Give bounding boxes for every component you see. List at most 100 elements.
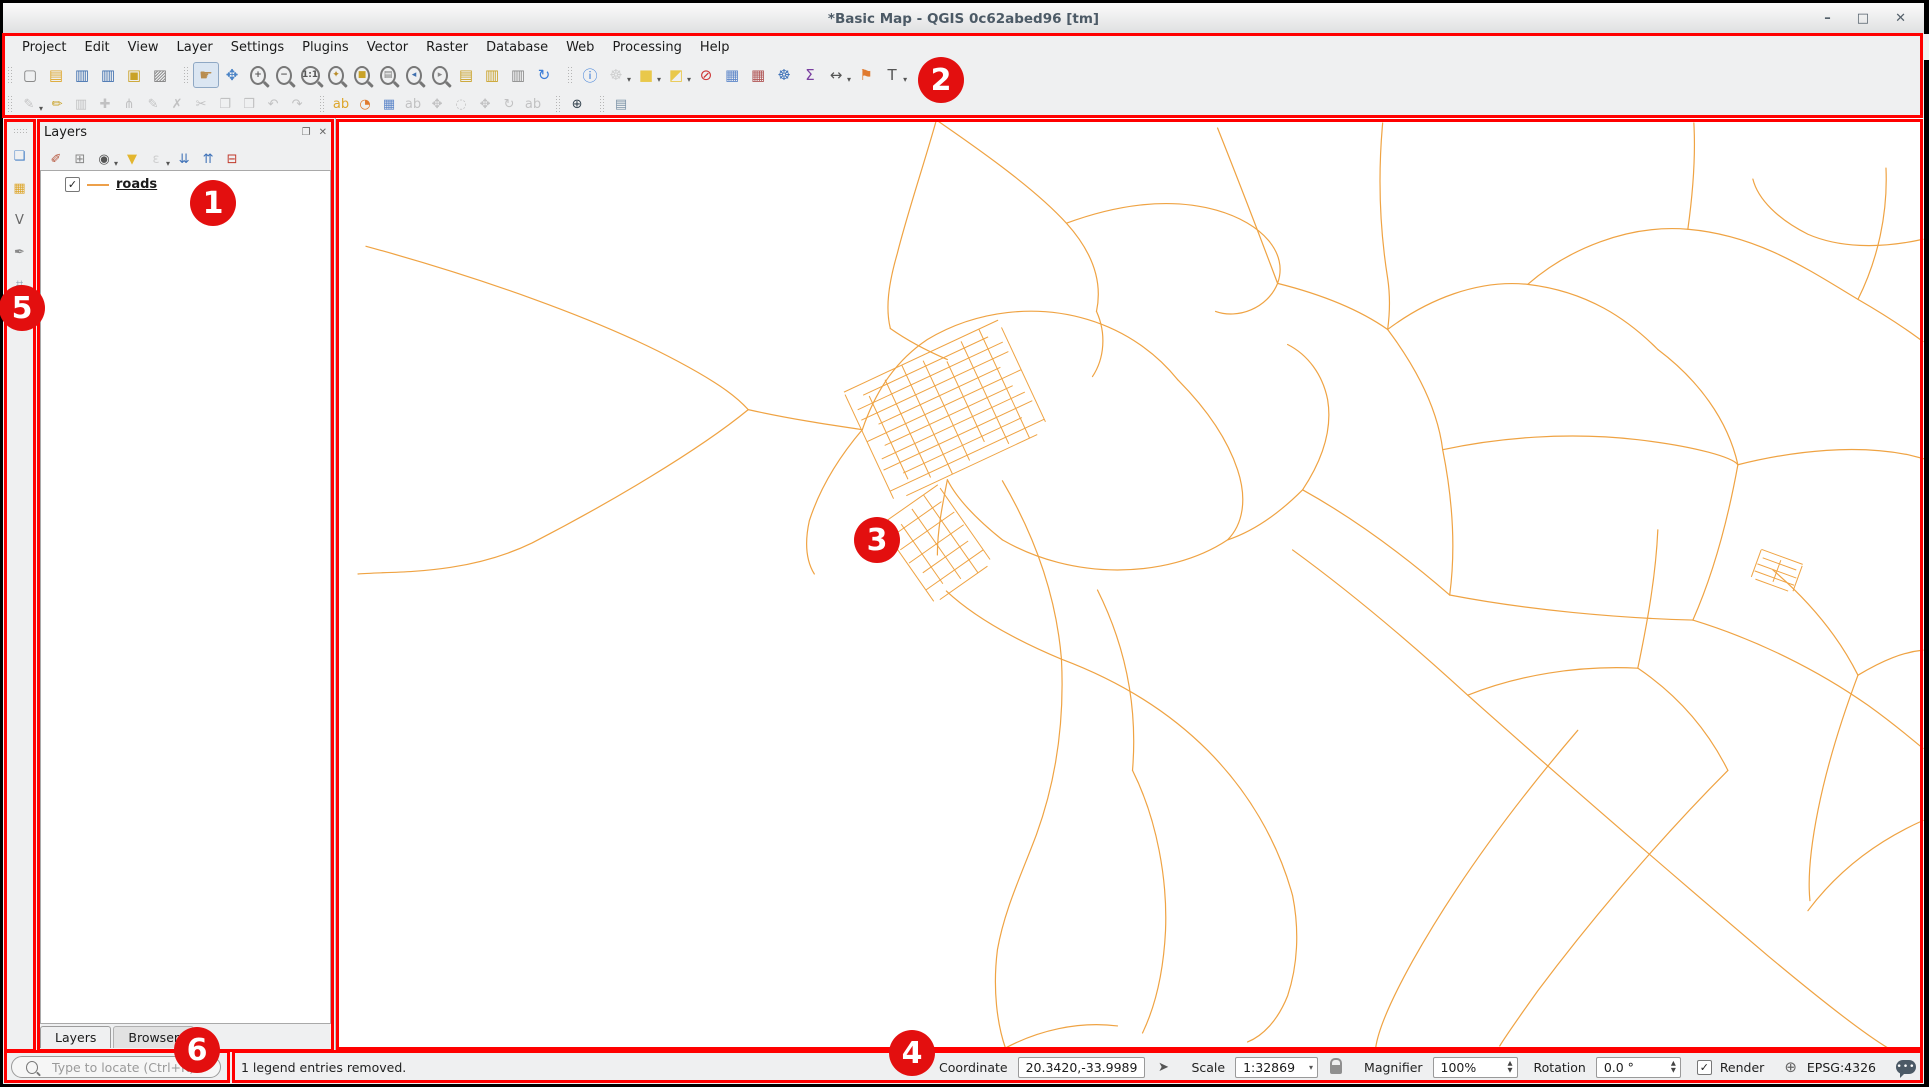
spin-arrows-icon[interactable]: ▲▼ <box>1508 1060 1513 1074</box>
copy-features-icon[interactable]: ❐ <box>213 92 237 116</box>
menu-help[interactable]: Help <box>691 37 739 58</box>
filter-by-expression-icon[interactable]: ε <box>144 147 168 171</box>
minimize-button[interactable]: – <box>1824 11 1831 26</box>
change-label-icon[interactable]: ab <box>521 92 545 116</box>
save-project-icon[interactable]: ▥ <box>69 62 95 88</box>
toolbar-grip[interactable] <box>13 128 27 134</box>
tab-browser[interactable]: Browser <box>113 1026 194 1048</box>
toolbar-grip[interactable] <box>319 95 325 113</box>
show-bookmarks-icon[interactable]: ▥ <box>479 62 505 88</box>
pan-map-tool-icon[interactable]: ☛ <box>193 62 219 88</box>
tab-layers[interactable]: Layers <box>40 1026 111 1048</box>
data-source-manager-icon[interactable]: ❏ <box>8 144 32 168</box>
pan-to-selection-icon[interactable]: ✥ <box>219 62 245 88</box>
select-by-form-icon[interactable]: ◩ <box>663 62 689 88</box>
python-console-icon[interactable]: ▤ <box>609 92 633 116</box>
menu-project[interactable]: Project <box>13 37 75 58</box>
vertex-tool-icon[interactable]: ⋔ <box>117 92 141 116</box>
coordinate-field[interactable]: 20.3420,-33.9989 <box>1018 1057 1146 1078</box>
toolbar-grip[interactable] <box>183 66 189 84</box>
zoom-next-icon[interactable]: ▸ <box>427 62 453 88</box>
render-checkbox[interactable]: ✓ <box>1697 1060 1712 1075</box>
new-print-layout-icon[interactable]: ▣ <box>121 62 147 88</box>
show-hidden-labels-icon[interactable]: ◌ <box>449 92 473 116</box>
zoom-to-layer-icon[interactable]: ▤ <box>375 62 401 88</box>
menu-edit[interactable]: Edit <box>75 37 118 58</box>
close-button[interactable]: ✕ <box>1895 11 1906 26</box>
deselect-features-icon[interactable]: ⊘ <box>693 62 719 88</box>
panel-close-icon[interactable]: ✕ <box>319 127 327 138</box>
identify-features-icon[interactable]: ⓘ <box>577 62 603 88</box>
menu-vector[interactable]: Vector <box>358 37 417 58</box>
current-edits-icon[interactable]: ✎ <box>17 92 41 116</box>
layer-name[interactable]: roads <box>116 177 157 192</box>
menu-layer[interactable]: Layer <box>168 37 222 58</box>
expand-all-icon[interactable]: ⇊ <box>172 147 196 171</box>
delete-selected-icon[interactable]: ✗ <box>165 92 189 116</box>
add-group-icon[interactable]: ⊞ <box>68 147 92 171</box>
add-feature-icon[interactable]: ✚ <box>93 92 117 116</box>
save-layer-edits-icon[interactable]: ▥ <box>69 92 93 116</box>
refresh-icon[interactable]: ↻ <box>531 62 557 88</box>
open-project-icon[interactable]: ▤ <box>43 62 69 88</box>
layer-diagram-icon[interactable]: ◔ <box>353 92 377 116</box>
paste-features-icon[interactable]: ❒ <box>237 92 261 116</box>
zoom-out-icon[interactable]: − <box>271 62 297 88</box>
zoom-to-selection-icon[interactable]: ■ <box>349 62 375 88</box>
remove-layer-icon[interactable]: ⊟ <box>220 147 244 171</box>
menu-plugins[interactable]: Plugins <box>293 37 358 58</box>
layer-visibility-checkbox[interactable]: ✓ <box>65 177 80 192</box>
zoom-native-icon[interactable]: 1:1 <box>297 62 323 88</box>
lock-scale-icon[interactable] <box>1330 1065 1342 1074</box>
toolbar-grip[interactable] <box>599 95 605 113</box>
locate-bar[interactable] <box>11 1056 221 1078</box>
toolbar-grip[interactable] <box>7 95 13 113</box>
bookmark-manager-icon[interactable]: ▥ <box>505 62 531 88</box>
select-features-icon[interactable]: ■ <box>633 62 659 88</box>
zoom-in-icon[interactable]: + <box>245 62 271 88</box>
zoom-last-icon[interactable]: ◂ <box>401 62 427 88</box>
menu-settings[interactable]: Settings <box>222 37 293 58</box>
menu-processing[interactable]: Processing <box>603 37 690 58</box>
undo-icon[interactable]: ↶ <box>261 92 285 116</box>
toggle-editing-icon[interactable]: ✏ <box>45 92 69 116</box>
messages-icon[interactable]: ••• <box>1896 1060 1916 1074</box>
toggle-extents-icon[interactable]: ➤ <box>1151 1055 1175 1079</box>
edit-attributes-icon[interactable]: ✎ <box>141 92 165 116</box>
new-spatialite-layer-icon[interactable]: ✒ <box>8 240 32 264</box>
text-annotation-icon[interactable]: T <box>879 62 905 88</box>
zoom-full-extent-icon[interactable]: ✦ <box>323 62 349 88</box>
field-calculator-icon[interactable]: ▦ <box>745 62 771 88</box>
metasearch-globe-icon[interactable]: ⊕ <box>565 92 589 116</box>
cut-features-icon[interactable]: ✂ <box>189 92 213 116</box>
layer-labeling-icon[interactable]: ab <box>329 92 353 116</box>
menu-web[interactable]: Web <box>557 37 603 58</box>
toolbar-grip[interactable] <box>555 95 561 113</box>
open-attribute-table-icon[interactable]: ▦ <box>719 62 745 88</box>
title-bar[interactable]: *Basic Map - QGIS 0c62abed96 [tm] – □ ✕ <box>3 3 1924 35</box>
rotation-spinbox[interactable]: 0.0 ° ▲▼ <box>1596 1057 1681 1078</box>
collapse-all-icon[interactable]: ⇈ <box>196 147 220 171</box>
menu-raster[interactable]: Raster <box>417 37 477 58</box>
spin-arrows-icon[interactable]: ▲▼ <box>1671 1060 1676 1074</box>
toolbar-grip[interactable] <box>7 66 13 84</box>
layout-manager-icon[interactable]: ▨ <box>147 62 173 88</box>
labeling-rules-icon[interactable]: ▦ <box>377 92 401 116</box>
highlight-pinned-labels-icon[interactable]: ab <box>401 92 425 116</box>
statistical-summary-icon[interactable]: Σ <box>797 62 823 88</box>
layer-styling-icon[interactable]: ✐ <box>44 147 68 171</box>
add-vector-layer-icon[interactable]: ▦ <box>8 176 32 200</box>
toolbar-grip[interactable] <box>567 66 573 84</box>
menu-database[interactable]: Database <box>477 37 557 58</box>
manage-map-themes-icon[interactable]: ◉ <box>92 147 116 171</box>
scale-combo[interactable]: 1:32869 ▾ <box>1235 1057 1318 1078</box>
layer-item-roads[interactable]: ✓ roads <box>41 171 330 192</box>
options-gear-icon[interactable]: ☸ <box>771 62 797 88</box>
panel-float-icon[interactable]: ❐ <box>302 127 311 138</box>
new-virtual-layer-icon[interactable]: ⌗ <box>8 272 32 296</box>
map-tips-icon[interactable]: ⚑ <box>853 62 879 88</box>
measure-icon[interactable]: ↔ <box>823 62 849 88</box>
run-feature-action-icon[interactable]: ☸ <box>603 62 629 88</box>
pin-labels-icon[interactable]: ✥ <box>425 92 449 116</box>
new-bookmark-icon[interactable]: ▤ <box>453 62 479 88</box>
